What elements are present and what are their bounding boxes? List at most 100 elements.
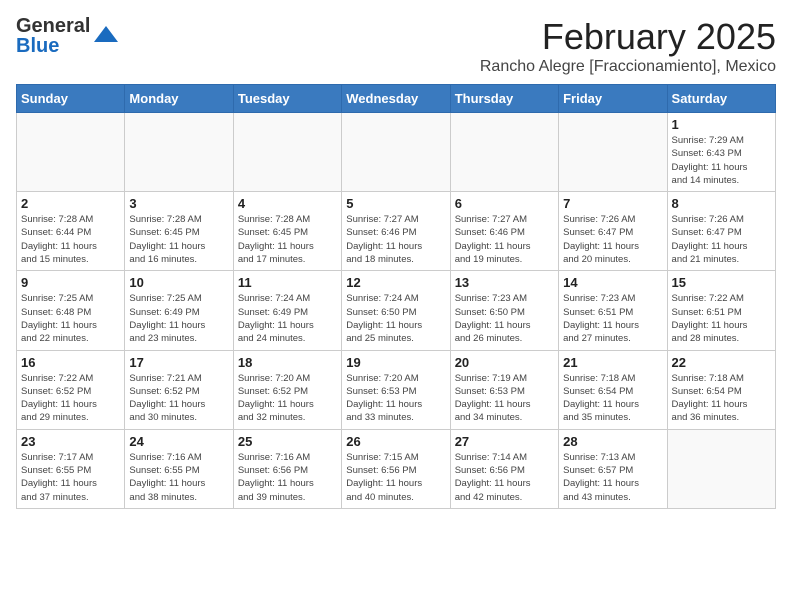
calendar-day-cell: 22Sunrise: 7:18 AM Sunset: 6:54 PM Dayli… [667,350,775,429]
logo-general: General [16,16,90,36]
day-info: Sunrise: 7:28 AM Sunset: 6:45 PM Dayligh… [238,213,337,266]
weekday-header: Saturday [667,85,775,113]
calendar-day-cell: 2 Sunrise: 7:28 AM Sunset: 6:44 PM Daylig… [17,192,125,271]
day-info: Sunrise: 7:21 AM Sunset: 6:52 PM Dayligh… [129,372,228,425]
calendar-day-cell [17,113,125,192]
day-number: 9 [21,275,120,290]
calendar-day-cell [450,113,558,192]
weekday-header: Wednesday [342,85,450,113]
day-number: 27 [455,434,554,449]
day-number: 19 [346,355,445,370]
calendar-day-cell: 3 Sunrise: 7:28 AM Sunset: 6:45 PM Daylig… [125,192,233,271]
day-info: Sunrise: 7:23 AM Sunset: 6:50 PM Dayligh… [455,292,554,345]
calendar: SundayMondayTuesdayWednesdayThursdayFrid… [16,84,776,509]
day-number: 3 [129,196,228,211]
calendar-week-row: 9 Sunrise: 7:25 AM Sunset: 6:48 PM Daylig… [17,271,776,350]
day-number: 2 [21,196,120,211]
day-number: 4 [238,196,337,211]
day-number: 6 [455,196,554,211]
logo-icon [92,22,120,50]
logo-blue: Blue [16,36,90,56]
day-info: Sunrise: 7:25 AM Sunset: 6:49 PM Dayligh… [129,292,228,345]
day-number: 7 [563,196,662,211]
day-info: Sunrise: 7:17 AM Sunset: 6:55 PM Dayligh… [21,451,120,504]
calendar-day-cell: 8 Sunrise: 7:26 AM Sunset: 6:47 PM Daylig… [667,192,775,271]
day-info: Sunrise: 7:16 AM Sunset: 6:56 PM Dayligh… [238,451,337,504]
subtitle: Rancho Alegre [Fraccionamiento], Mexico [480,58,776,76]
calendar-day-cell: 21Sunrise: 7:18 AM Sunset: 6:54 PM Dayli… [559,350,667,429]
day-number: 15 [672,275,771,290]
day-info: Sunrise: 7:27 AM Sunset: 6:46 PM Dayligh… [346,213,445,266]
title-area: February 2025 Rancho Alegre [Fraccionami… [480,16,776,76]
calendar-day-cell: 28 Sunrise: 7:13 AM Sunset: 6:57 PM Dayli… [559,429,667,508]
day-info: Sunrise: 7:22 AM Sunset: 6:51 PM Dayligh… [672,292,771,345]
calendar-header-row: SundayMondayTuesdayWednesdayThursdayFrid… [17,85,776,113]
day-number: 8 [672,196,771,211]
calendar-day-cell: 9 Sunrise: 7:25 AM Sunset: 6:48 PM Daylig… [17,271,125,350]
day-info: Sunrise: 7:24 AM Sunset: 6:50 PM Dayligh… [346,292,445,345]
day-number: 24 [129,434,228,449]
calendar-week-row: 2 Sunrise: 7:28 AM Sunset: 6:44 PM Daylig… [17,192,776,271]
calendar-day-cell: 14 Sunrise: 7:23 AM Sunset: 6:51 PM Dayli… [559,271,667,350]
calendar-day-cell [125,113,233,192]
day-info: Sunrise: 7:14 AM Sunset: 6:56 PM Dayligh… [455,451,554,504]
day-number: 20 [455,355,554,370]
main-title: February 2025 [480,16,776,58]
day-number: 16 [21,355,120,370]
calendar-day-cell: 7 Sunrise: 7:26 AM Sunset: 6:47 PM Daylig… [559,192,667,271]
day-info: Sunrise: 7:26 AM Sunset: 6:47 PM Dayligh… [672,213,771,266]
calendar-day-cell: 23 Sunrise: 7:17 AM Sunset: 6:55 PM Dayli… [17,429,125,508]
weekday-header: Thursday [450,85,558,113]
day-info: Sunrise: 7:28 AM Sunset: 6:44 PM Dayligh… [21,213,120,266]
day-number: 12 [346,275,445,290]
day-number: 14 [563,275,662,290]
day-number: 28 [563,434,662,449]
weekday-header: Friday [559,85,667,113]
calendar-day-cell: 20 Sunrise: 7:19 AM Sunset: 6:53 PM Dayli… [450,350,558,429]
calendar-day-cell: 10 Sunrise: 7:25 AM Sunset: 6:49 PM Dayli… [125,271,233,350]
day-number: 11 [238,275,337,290]
day-number: 5 [346,196,445,211]
day-info: Sunrise: 7:28 AM Sunset: 6:45 PM Dayligh… [129,213,228,266]
day-number: 10 [129,275,228,290]
calendar-day-cell: 1Sunrise: 7:29 AM Sunset: 6:43 PM Daylig… [667,113,775,192]
calendar-week-row: 1Sunrise: 7:29 AM Sunset: 6:43 PM Daylig… [17,113,776,192]
day-info: Sunrise: 7:25 AM Sunset: 6:48 PM Dayligh… [21,292,120,345]
calendar-day-cell: 27 Sunrise: 7:14 AM Sunset: 6:56 PM Dayli… [450,429,558,508]
calendar-week-row: 16 Sunrise: 7:22 AM Sunset: 6:52 PM Dayli… [17,350,776,429]
calendar-day-cell: 11 Sunrise: 7:24 AM Sunset: 6:49 PM Dayli… [233,271,341,350]
calendar-day-cell [233,113,341,192]
day-info: Sunrise: 7:23 AM Sunset: 6:51 PM Dayligh… [563,292,662,345]
calendar-day-cell [667,429,775,508]
calendar-day-cell [559,113,667,192]
calendar-day-cell: 12 Sunrise: 7:24 AM Sunset: 6:50 PM Dayli… [342,271,450,350]
header: General Blue February 2025 Rancho Alegre… [16,16,776,76]
calendar-day-cell: 18Sunrise: 7:20 AM Sunset: 6:52 PM Dayli… [233,350,341,429]
day-info: Sunrise: 7:22 AM Sunset: 6:52 PM Dayligh… [21,372,120,425]
calendar-day-cell: 5 Sunrise: 7:27 AM Sunset: 6:46 PM Daylig… [342,192,450,271]
weekday-header: Tuesday [233,85,341,113]
day-info: Sunrise: 7:19 AM Sunset: 6:53 PM Dayligh… [455,372,554,425]
calendar-week-row: 23 Sunrise: 7:17 AM Sunset: 6:55 PM Dayli… [17,429,776,508]
calendar-day-cell: 15 Sunrise: 7:22 AM Sunset: 6:51 PM Dayli… [667,271,775,350]
day-number: 23 [21,434,120,449]
day-info: Sunrise: 7:24 AM Sunset: 6:49 PM Dayligh… [238,292,337,345]
day-info: Sunrise: 7:18 AM Sunset: 6:54 PM Dayligh… [563,372,662,425]
day-number: 13 [455,275,554,290]
day-number: 26 [346,434,445,449]
weekday-header: Monday [125,85,233,113]
day-info: Sunrise: 7:16 AM Sunset: 6:55 PM Dayligh… [129,451,228,504]
calendar-day-cell: 13 Sunrise: 7:23 AM Sunset: 6:50 PM Dayli… [450,271,558,350]
weekday-header: Sunday [17,85,125,113]
calendar-day-cell: 26Sunrise: 7:15 AM Sunset: 6:56 PM Dayli… [342,429,450,508]
logo: General Blue [16,16,120,56]
day-info: Sunrise: 7:27 AM Sunset: 6:46 PM Dayligh… [455,213,554,266]
calendar-day-cell: 24 Sunrise: 7:16 AM Sunset: 6:55 PM Dayli… [125,429,233,508]
day-info: Sunrise: 7:26 AM Sunset: 6:47 PM Dayligh… [563,213,662,266]
day-info: Sunrise: 7:13 AM Sunset: 6:57 PM Dayligh… [563,451,662,504]
calendar-day-cell: 6 Sunrise: 7:27 AM Sunset: 6:46 PM Daylig… [450,192,558,271]
calendar-day-cell: 19Sunrise: 7:20 AM Sunset: 6:53 PM Dayli… [342,350,450,429]
day-number: 25 [238,434,337,449]
day-number: 18 [238,355,337,370]
day-number: 22 [672,355,771,370]
